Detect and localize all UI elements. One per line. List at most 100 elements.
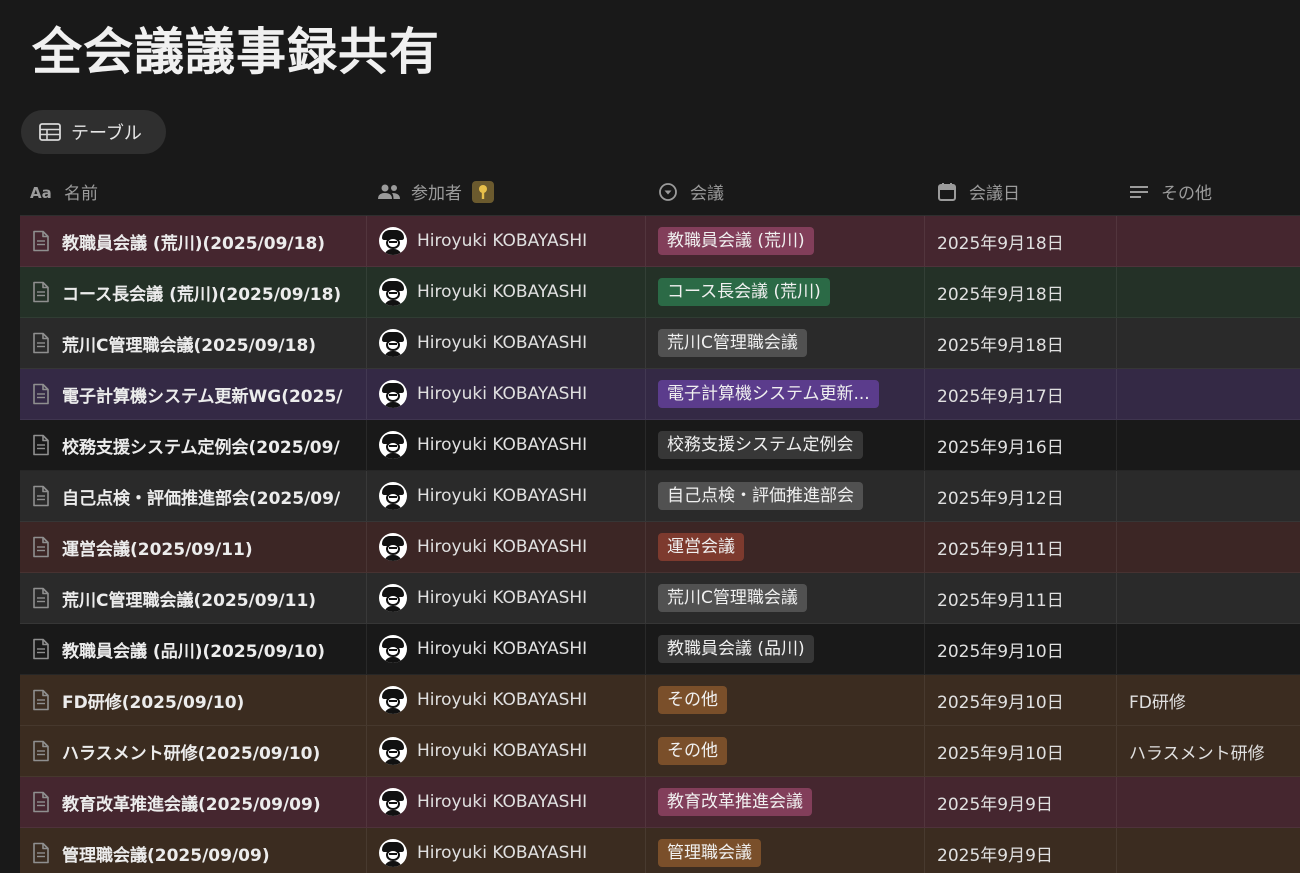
date-cell[interactable]: 2025年9月17日	[925, 369, 1117, 419]
date-cell[interactable]: 2025年9月12日	[925, 471, 1117, 521]
column-header-meeting[interactable]: 会議	[646, 168, 925, 215]
table-row[interactable]: 電子計算機システム更新WG(2025/ Hiroyuki KOBAYASHI 電…	[20, 369, 1300, 420]
table-row[interactable]: 運営会議(2025/09/11) Hiroyuki KOBAYASHI 運営会議…	[20, 522, 1300, 573]
table-row[interactable]: 校務支援システム定例会(2025/09/ Hiroyuki KOBAYASHI …	[20, 420, 1300, 471]
meeting-cell[interactable]: 荒川C管理職会議	[646, 573, 925, 623]
database-table: Aa 名前 参加者 会議 会議日 その他 教職員会議 (荒川)(2025/09/…	[20, 168, 1300, 873]
meeting-date: 2025年9月10日	[937, 641, 1064, 662]
other-cell[interactable]	[1117, 471, 1300, 521]
other-cell[interactable]: FD研修	[1117, 675, 1300, 725]
column-header-other[interactable]: その他	[1117, 168, 1300, 215]
participant-cell[interactable]: Hiroyuki KOBAYASHI	[367, 726, 646, 776]
page-title[interactable]: 全会議議事録共有	[32, 18, 440, 86]
other-cell[interactable]	[1117, 573, 1300, 623]
date-cell[interactable]: 2025年9月18日	[925, 318, 1117, 368]
page-icon	[33, 332, 49, 354]
avatar	[379, 227, 407, 255]
meeting-date: 2025年9月18日	[937, 335, 1064, 356]
view-tab-table[interactable]: テーブル	[21, 110, 166, 154]
other-cell[interactable]	[1117, 216, 1300, 266]
table-row[interactable]: 荒川C管理職会議(2025/09/18) Hiroyuki KOBAYASHI …	[20, 318, 1300, 369]
name-cell[interactable]: 教育改革推進会議(2025/09/09)	[20, 777, 367, 827]
date-cell[interactable]: 2025年9月10日	[925, 726, 1117, 776]
table-row[interactable]: 自己点検・評価推進部会(2025/09/ Hiroyuki KOBAYASHI …	[20, 471, 1300, 522]
name-cell[interactable]: 教職員会議 (荒川)(2025/09/18)	[20, 216, 367, 266]
name-cell[interactable]: ハラスメント研修(2025/09/10)	[20, 726, 367, 776]
meeting-cell[interactable]: 教育改革推進会議	[646, 777, 925, 827]
date-cell[interactable]: 2025年9月10日	[925, 675, 1117, 725]
name-cell[interactable]: 教職員会議 (品川)(2025/09/10)	[20, 624, 367, 674]
date-cell[interactable]: 2025年9月9日	[925, 777, 1117, 827]
column-header-participants[interactable]: 参加者	[367, 168, 646, 215]
other-cell[interactable]: ハラスメント研修	[1117, 726, 1300, 776]
date-cell[interactable]: 2025年9月9日	[925, 828, 1117, 873]
meeting-cell[interactable]: 校務支援システム定例会	[646, 420, 925, 470]
participant-cell[interactable]: Hiroyuki KOBAYASHI	[367, 777, 646, 827]
table-row[interactable]: 教職員会議 (荒川)(2025/09/18) Hiroyuki KOBAYASH…	[20, 216, 1300, 267]
column-label: 参加者	[411, 184, 462, 204]
meeting-date: 2025年9月9日	[937, 794, 1053, 815]
meeting-cell[interactable]: 電子計算機システム更新...	[646, 369, 925, 419]
participant-name: Hiroyuki KOBAYASHI	[417, 690, 588, 710]
row-title: 荒川C管理職会議(2025/09/11)	[62, 590, 317, 611]
date-cell[interactable]: 2025年9月11日	[925, 522, 1117, 572]
table-row[interactable]: 教育改革推進会議(2025/09/09) Hiroyuki KOBAYASHI …	[20, 777, 1300, 828]
other-cell[interactable]	[1117, 777, 1300, 827]
meeting-cell[interactable]: 教職員会議 (品川)	[646, 624, 925, 674]
name-cell[interactable]: 荒川C管理職会議(2025/09/18)	[20, 318, 367, 368]
column-header-name[interactable]: Aa 名前	[20, 168, 367, 215]
table-row[interactable]: 荒川C管理職会議(2025/09/11) Hiroyuki KOBAYASHI …	[20, 573, 1300, 624]
name-cell[interactable]: 電子計算機システム更新WG(2025/	[20, 369, 367, 419]
other-cell[interactable]	[1117, 318, 1300, 368]
participant-cell[interactable]: Hiroyuki KOBAYASHI	[367, 675, 646, 725]
table-row[interactable]: 管理職会議(2025/09/09) Hiroyuki KOBAYASHI 管理職…	[20, 828, 1300, 873]
participant-cell[interactable]: Hiroyuki KOBAYASHI	[367, 573, 646, 623]
meeting-cell[interactable]: その他	[646, 726, 925, 776]
meeting-cell[interactable]: その他	[646, 675, 925, 725]
other-cell[interactable]	[1117, 828, 1300, 873]
participant-cell[interactable]: Hiroyuki KOBAYASHI	[367, 318, 646, 368]
date-cell[interactable]: 2025年9月18日	[925, 216, 1117, 266]
date-cell[interactable]: 2025年9月16日	[925, 420, 1117, 470]
other-cell[interactable]	[1117, 267, 1300, 317]
name-cell[interactable]: 管理職会議(2025/09/09)	[20, 828, 367, 873]
other-cell[interactable]	[1117, 624, 1300, 674]
page-icon	[33, 434, 49, 456]
row-title: 運営会議(2025/09/11)	[62, 539, 253, 560]
meeting-cell[interactable]: 自己点検・評価推進部会	[646, 471, 925, 521]
name-cell[interactable]: FD研修(2025/09/10)	[20, 675, 367, 725]
other-cell[interactable]	[1117, 522, 1300, 572]
name-cell[interactable]: 自己点検・評価推進部会(2025/09/	[20, 471, 367, 521]
column-header-date[interactable]: 会議日	[925, 168, 1117, 215]
avatar	[379, 380, 407, 408]
participant-cell[interactable]: Hiroyuki KOBAYASHI	[367, 216, 646, 266]
meeting-cell[interactable]: 荒川C管理職会議	[646, 318, 925, 368]
participant-cell[interactable]: Hiroyuki KOBAYASHI	[367, 828, 646, 873]
table-row[interactable]: ハラスメント研修(2025/09/10) Hiroyuki KOBAYASHI …	[20, 726, 1300, 777]
meeting-cell[interactable]: 管理職会議	[646, 828, 925, 873]
participant-cell[interactable]: Hiroyuki KOBAYASHI	[367, 471, 646, 521]
table-row[interactable]: FD研修(2025/09/10) Hiroyuki KOBAYASHI その他 …	[20, 675, 1300, 726]
other-cell[interactable]	[1117, 369, 1300, 419]
name-cell[interactable]: コース長会議 (荒川)(2025/09/18)	[20, 267, 367, 317]
table-row[interactable]: 教職員会議 (品川)(2025/09/10) Hiroyuki KOBAYASH…	[20, 624, 1300, 675]
meeting-cell[interactable]: コース長会議 (荒川)	[646, 267, 925, 317]
participant-cell[interactable]: Hiroyuki KOBAYASHI	[367, 267, 646, 317]
meeting-cell[interactable]: 教職員会議 (荒川)	[646, 216, 925, 266]
other-cell[interactable]	[1117, 420, 1300, 470]
name-cell[interactable]: 荒川C管理職会議(2025/09/11)	[20, 573, 367, 623]
meeting-cell[interactable]: 運営会議	[646, 522, 925, 572]
meeting-date: 2025年9月17日	[937, 386, 1064, 407]
participant-cell[interactable]: Hiroyuki KOBAYASHI	[367, 369, 646, 419]
name-cell[interactable]: 校務支援システム定例会(2025/09/	[20, 420, 367, 470]
row-title: 自己点検・評価推進部会(2025/09/	[62, 488, 341, 509]
date-cell[interactable]: 2025年9月11日	[925, 573, 1117, 623]
participant-cell[interactable]: Hiroyuki KOBAYASHI	[367, 624, 646, 674]
participant-name: Hiroyuki KOBAYASHI	[417, 435, 588, 455]
participant-cell[interactable]: Hiroyuki KOBAYASHI	[367, 420, 646, 470]
table-row[interactable]: コース長会議 (荒川)(2025/09/18) Hiroyuki KOBAYAS…	[20, 267, 1300, 318]
name-cell[interactable]: 運営会議(2025/09/11)	[20, 522, 367, 572]
date-cell[interactable]: 2025年9月18日	[925, 267, 1117, 317]
participant-cell[interactable]: Hiroyuki KOBAYASHI	[367, 522, 646, 572]
date-cell[interactable]: 2025年9月10日	[925, 624, 1117, 674]
